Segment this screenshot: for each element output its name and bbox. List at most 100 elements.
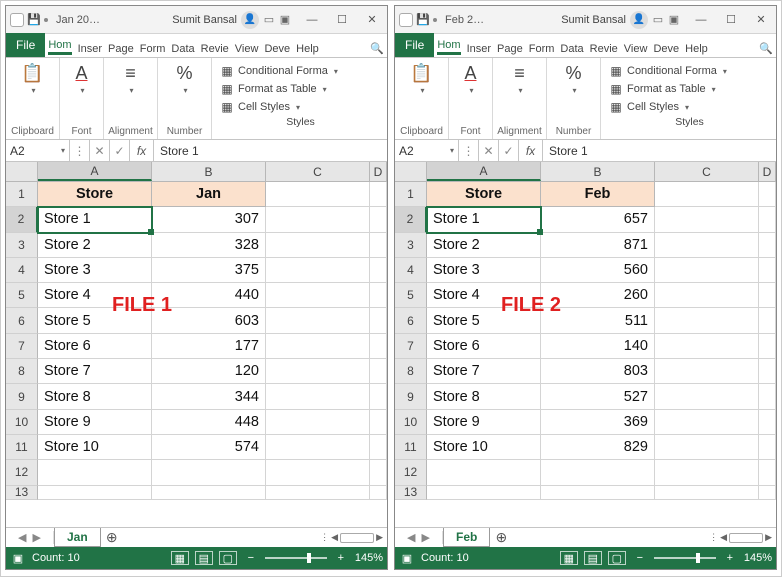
cell[interactable]: 574 (152, 435, 266, 460)
col-header-d[interactable]: D (370, 162, 387, 181)
row-header[interactable]: 8 (395, 359, 427, 384)
horizontal-scrollbar[interactable]: ⋮◀▶ (709, 532, 776, 543)
cell[interactable] (541, 460, 655, 485)
cell[interactable] (655, 233, 759, 258)
cell[interactable]: 448 (152, 410, 266, 435)
cell[interactable]: 307 (152, 207, 266, 232)
close-button[interactable]: ✕ (357, 6, 387, 34)
horizontal-scrollbar[interactable]: ⋮◀▶ (320, 532, 387, 543)
row-header[interactable]: 6 (395, 308, 427, 333)
number-icon[interactable]: % (565, 64, 581, 84)
minimize-button[interactable]: — (686, 6, 716, 34)
row-header[interactable]: 5 (6, 283, 38, 308)
row-header[interactable]: 9 (395, 384, 427, 409)
fx-icon[interactable]: fx (519, 140, 543, 161)
sheet-tab-active[interactable]: Jan (54, 528, 101, 547)
autosave-toggle[interactable] (399, 13, 413, 27)
cell[interactable] (370, 308, 387, 333)
cell[interactable] (266, 207, 370, 232)
cell[interactable] (370, 460, 387, 485)
maximize-button[interactable]: ☐ (716, 6, 746, 34)
tab-developer[interactable]: Deve (650, 33, 682, 57)
row-header[interactable]: 5 (395, 283, 427, 308)
col-header-c[interactable]: C (266, 162, 370, 181)
chevron-right-icon[interactable]: ▶ (33, 531, 41, 544)
cell[interactable] (655, 308, 759, 333)
cell[interactable] (655, 258, 759, 283)
cell[interactable] (370, 486, 387, 500)
cell[interactable] (370, 359, 387, 384)
tab-insert[interactable]: Inser (464, 33, 494, 57)
zoom-in-button[interactable]: + (722, 551, 738, 565)
cell[interactable] (266, 334, 370, 359)
cell[interactable] (655, 182, 759, 207)
search-icon[interactable]: 🔍 (367, 33, 387, 57)
cell[interactable] (759, 258, 776, 283)
cell[interactable] (38, 486, 152, 500)
cell[interactable] (655, 283, 759, 308)
format-as-table-button[interactable]: ▦Format as Table▾ (609, 80, 770, 98)
cell[interactable] (759, 359, 776, 384)
cell[interactable] (655, 359, 759, 384)
window-switch-icon[interactable]: ▣ (668, 14, 680, 26)
cell[interactable]: 177 (152, 334, 266, 359)
row-header[interactable]: 2 (395, 207, 427, 232)
cell[interactable]: 803 (541, 359, 655, 384)
page-break-icon[interactable]: ▢ (608, 551, 626, 565)
cell[interactable] (655, 486, 759, 500)
tab-review[interactable]: Revie (198, 33, 232, 57)
cell[interactable] (370, 334, 387, 359)
name-box[interactable]: A2▾ (6, 140, 70, 161)
cell[interactable] (759, 486, 776, 500)
conditional-formatting-button[interactable]: ▦Conditional Forma▾ (220, 62, 381, 80)
row-header[interactable]: 1 (6, 182, 38, 207)
sheet-tab-active[interactable]: Feb (443, 528, 490, 547)
row-header[interactable]: 7 (395, 334, 427, 359)
cell[interactable] (266, 486, 370, 500)
cell[interactable]: Store 4 (427, 283, 541, 308)
tab-review[interactable]: Revie (587, 33, 621, 57)
cell[interactable]: Feb (541, 182, 655, 207)
cell[interactable]: Store 3 (38, 258, 152, 283)
row-header[interactable]: 1 (395, 182, 427, 207)
cell[interactable] (759, 384, 776, 409)
minimize-button[interactable]: — (297, 6, 327, 34)
cell[interactable] (655, 410, 759, 435)
row-header[interactable]: 7 (6, 334, 38, 359)
enter-fx-icon[interactable]: ✕ (479, 140, 499, 161)
cell[interactable]: Store 3 (427, 258, 541, 283)
row-header[interactable]: 2 (6, 207, 38, 232)
zoom-in-button[interactable]: + (333, 551, 349, 565)
cell-grid[interactable]: 1 Store Feb 2 Store 1 657 3 Store 2 871 … (395, 182, 776, 527)
row-header[interactable]: 11 (6, 435, 38, 460)
cell[interactable] (759, 182, 776, 207)
chevron-left-icon[interactable]: ◀ (18, 531, 26, 544)
cell[interactable]: 260 (541, 283, 655, 308)
sheet-nav[interactable]: ◀▶ (6, 531, 54, 544)
row-header[interactable]: 4 (395, 258, 427, 283)
col-header-a[interactable]: A (38, 162, 152, 181)
paste-icon[interactable]: 📋 (21, 64, 43, 84)
page-layout-icon[interactable]: ▤ (195, 551, 213, 565)
cell[interactable]: 871 (541, 233, 655, 258)
zoom-out-button[interactable]: − (243, 551, 259, 565)
formula-input[interactable]: Store 1 (543, 140, 776, 161)
cell[interactable] (427, 460, 541, 485)
col-header-d[interactable]: D (759, 162, 776, 181)
zoom-level[interactable]: 145% (355, 552, 383, 564)
cell[interactable] (655, 334, 759, 359)
cell[interactable] (266, 384, 370, 409)
cell[interactable] (655, 460, 759, 485)
row-header[interactable]: 4 (6, 258, 38, 283)
cell[interactable] (266, 410, 370, 435)
add-sheet-button[interactable]: ⊕ (490, 527, 512, 549)
cell[interactable]: Store 9 (38, 410, 152, 435)
row-header[interactable]: 8 (6, 359, 38, 384)
normal-view-icon[interactable]: ▦ (560, 551, 578, 565)
cell[interactable] (759, 233, 776, 258)
col-header-b[interactable]: B (152, 162, 266, 181)
search-icon[interactable]: 🔍 (756, 33, 776, 57)
zoom-out-button[interactable]: − (632, 551, 648, 565)
cell-grid[interactable]: 1 Store Jan 2 Store 1 307 3 Store 2 328 … (6, 182, 387, 527)
cell[interactable] (759, 410, 776, 435)
